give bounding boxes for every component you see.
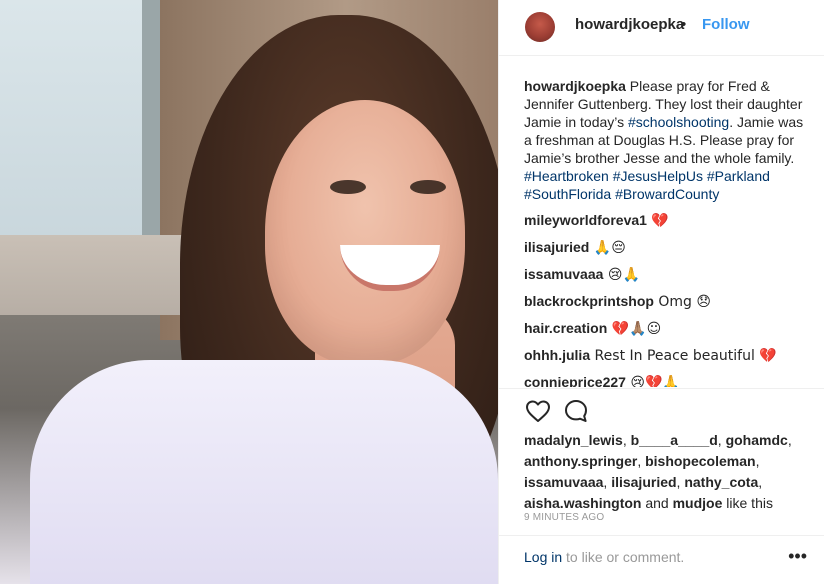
comment-item: ilisajuried 🙏😔 [524, 238, 809, 257]
section-divider [499, 388, 824, 389]
comment-username[interactable]: hair.creation [524, 320, 607, 336]
likes-separator: , [787, 432, 792, 448]
comment-text: 🙏😔 [589, 240, 626, 256]
hashtag-schoolshooting[interactable]: #schoolshooting [628, 114, 729, 130]
comment-item: blackrockprintshop Omg 😞 [524, 292, 809, 311]
likes-separator: , [717, 432, 726, 448]
post-caption: howardjkoepka Please pray for Fred & Jen… [524, 77, 809, 203]
comment-item: issamuvaaa 😢🙏 [524, 265, 809, 284]
comment-text: Rest In Peace beautiful 💔 [590, 348, 777, 364]
liker-username[interactable]: mudjoe [673, 495, 723, 511]
photo-window [0, 0, 160, 250]
comment-username[interactable]: issamuvaaa [524, 266, 603, 282]
comment-username[interactable]: mileyworldforeva1 [524, 212, 647, 228]
comment-username[interactable]: blackrockprintshop [524, 293, 654, 309]
likes-line: madalyn_lewis, b____a____d, gohamdc, [524, 430, 809, 451]
comment-username[interactable]: connieprice227 [524, 374, 626, 387]
hashtag-heartbroken[interactable]: #Heartbroken [524, 168, 609, 184]
post-actions [524, 397, 624, 427]
photo-eye-right [410, 180, 446, 194]
likes-line: issamuvaaa, ilisajuried, nathy_cota, [524, 472, 809, 493]
liker-username[interactable]: bishopecoleman [645, 453, 755, 469]
liker-username[interactable]: nathy_cota [684, 474, 758, 490]
comment-text: 😢🙏 [603, 267, 640, 283]
liker-username[interactable]: ilisajuried [611, 474, 676, 490]
liker-username[interactable]: aisha.washington [524, 495, 641, 511]
liker-username[interactable]: anthony.springer [524, 453, 637, 469]
login-prompt-text: to like or comment. [562, 549, 685, 565]
likes-separator: , [637, 453, 646, 469]
photo-face [265, 100, 465, 365]
comment-text: 😢💔🙏 [625, 375, 680, 387]
comment-item: connieprice227 😢💔🙏 [524, 373, 809, 387]
photo-eye-left [330, 180, 366, 194]
header-username[interactable]: howardjkoepka [575, 16, 684, 33]
likes-separator: , [622, 432, 631, 448]
likes-connector: and [641, 495, 673, 511]
liker-username[interactable]: b____a____d [631, 432, 718, 448]
likes-suffix: like this [722, 495, 773, 511]
post-photo [0, 0, 498, 584]
comments-list[interactable]: howardjkoepka Please pray for Fred & Jen… [524, 77, 809, 387]
comment-text: 💔 [646, 213, 669, 229]
speech-bubble-icon[interactable] [562, 397, 590, 425]
liker-username[interactable]: gohamdc [726, 432, 788, 448]
follow-button[interactable]: Follow [702, 16, 750, 33]
photo-shirt [30, 360, 498, 584]
hashtag-parkland[interactable]: #Parkland [707, 168, 770, 184]
likes-summary: madalyn_lewis, b____a____d, gohamdc, ant… [524, 430, 809, 514]
login-prompt: Log in to like or comment. [524, 549, 684, 565]
likes-separator: , [755, 453, 760, 469]
comment-item: ohhh.julia Rest In Peace beautiful 💔 [524, 346, 809, 365]
likes-separator: , [758, 474, 763, 490]
hashtag-southflorida[interactable]: #SouthFlorida [524, 186, 611, 202]
caption-username[interactable]: howardjkoepka [524, 78, 626, 94]
more-options-icon[interactable]: ••• [788, 547, 807, 565]
login-link[interactable]: Log in [524, 549, 562, 565]
heart-icon[interactable] [524, 397, 552, 425]
header-separator-dot: • [681, 16, 687, 33]
hashtag-jesushelpus[interactable]: #JesusHelpUs [613, 168, 703, 184]
liker-username[interactable]: madalyn_lewis [524, 432, 623, 448]
comment-text: 💔🙏🏽☺ [607, 321, 662, 337]
comment-item: mileyworldforeva1 💔 [524, 211, 809, 230]
comment-text: Omg 😞 [653, 294, 711, 310]
photo-sill [0, 235, 210, 315]
post-side-panel: howardjkoepka • Follow howardjkoepka Ple… [498, 0, 824, 584]
likes-line: aisha.washington and mudjoe like this [524, 493, 809, 514]
section-divider [499, 535, 824, 536]
hashtag-browardcounty[interactable]: #BrowardCounty [615, 186, 719, 202]
avatar[interactable] [525, 12, 555, 42]
post-timestamp[interactable]: 9 MINUTES AGO [524, 512, 604, 523]
liker-username[interactable]: issamuvaaa [524, 474, 603, 490]
comment-username[interactable]: ohhh.julia [524, 347, 590, 363]
post-header: howardjkoepka • Follow [499, 0, 824, 56]
likes-line: anthony.springer, bishopecoleman, [524, 451, 809, 472]
comment-username[interactable]: ilisajuried [524, 239, 589, 255]
comment-item: hair.creation 💔🙏🏽☺ [524, 319, 809, 338]
